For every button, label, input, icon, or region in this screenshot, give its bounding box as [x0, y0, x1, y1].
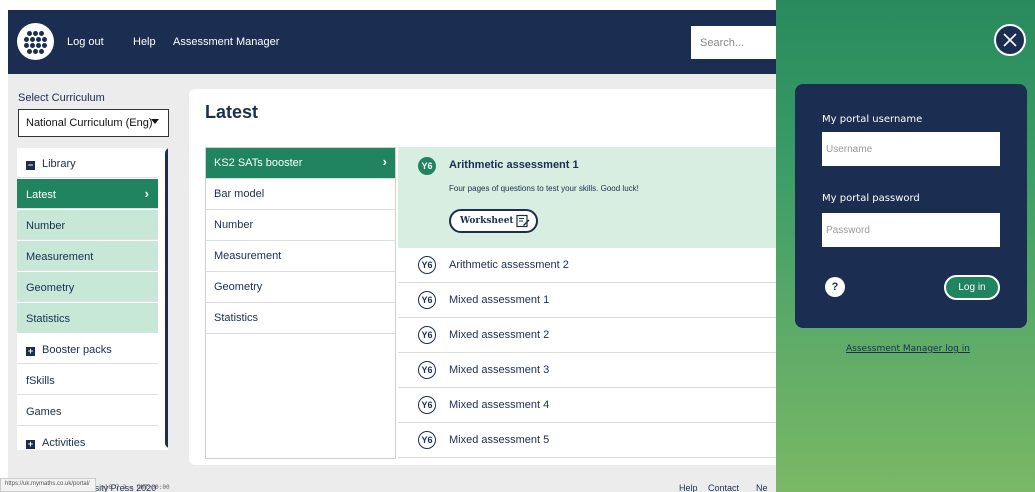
subnav-item-label: Measurement — [214, 250, 282, 262]
sidebar-item-label: Statistics — [26, 313, 71, 325]
assessment-title: Mixed assessment 1 — [449, 294, 550, 306]
subnav-item-label: Statistics — [214, 312, 259, 324]
screen: Log out Help Assessment Manager Select C… — [0, 0, 1035, 492]
password-field[interactable] — [822, 213, 1000, 247]
version-text: v16.7.2 - GMT+00:00 — [101, 484, 170, 491]
password-label: My portal password — [822, 193, 920, 204]
plus-square-icon: + — [26, 439, 35, 449]
assessment-manager-link[interactable]: Assessment Manager — [173, 36, 279, 48]
sidebar-item-label: Library — [42, 158, 76, 170]
featured-description: Four pages of questions to test your ski… — [449, 184, 639, 193]
assessment-row[interactable]: Y6 Mixed assessment 3 — [398, 353, 789, 388]
close-button[interactable] — [994, 24, 1026, 56]
assessment-row[interactable]: Y6 Mixed assessment 2 — [398, 318, 789, 353]
footer-help-link[interactable]: Help — [679, 483, 698, 492]
worksheet-button-label: Worksheet — [460, 216, 514, 226]
sidebar-item-label: Games — [26, 406, 62, 418]
logout-link[interactable]: Log out — [67, 36, 104, 48]
subnav-item-label: Bar model — [214, 188, 265, 200]
subnav-item-ks2-sats-booster[interactable]: KS2 SATs booster › — [206, 148, 395, 179]
sidebar-item-measurement[interactable]: Measurement — [17, 241, 158, 271]
sidebar-item-library[interactable]: − Library — [17, 148, 158, 178]
footer-contact-link[interactable]: Contact — [708, 483, 739, 492]
subnav-item-measurement[interactable]: Measurement — [206, 241, 395, 272]
year-badge: Y6 — [418, 326, 436, 344]
page-title: Latest — [205, 102, 259, 122]
sidebar-item-number[interactable]: Number — [17, 210, 158, 240]
main-panel: Latest KS2 SATs booster › Bar model Numb… — [189, 89, 789, 465]
sidebar-item-label: Geometry — [26, 282, 75, 294]
status-url-bar: https://uk.mymaths.co.uk/portal/ — [0, 478, 96, 492]
assessment-title: Mixed assessment 2 — [449, 329, 550, 341]
subnav-item-label: Number — [214, 219, 254, 231]
sidebar-item-games[interactable]: Games — [17, 396, 158, 426]
year-badge: Y6 — [418, 256, 436, 274]
help-link[interactable]: Help — [133, 36, 156, 48]
worksheet-button[interactable]: Worksheet — [449, 209, 538, 233]
featured-title: Arithmetic assessment 1 — [449, 159, 579, 171]
minus-square-icon: − — [26, 160, 35, 170]
subnav-item-label: KS2 SATs booster — [214, 157, 303, 169]
subnav-item-number[interactable]: Number — [206, 210, 395, 241]
sidebar-item-label: Booster packs — [42, 344, 112, 356]
worksheet-edit-icon — [516, 214, 530, 228]
plus-square-icon: + — [26, 346, 35, 356]
year-badge: Y6 — [418, 396, 436, 414]
assessment-row[interactable]: Y6 Mixed assessment 1 — [398, 283, 789, 318]
sidebar-menu: − Library Latest › Number Measurement Geo… — [17, 148, 168, 450]
sidebar-item-statistics[interactable]: Statistics — [17, 303, 158, 333]
year-badge: Y6 — [418, 361, 436, 379]
subnav-item-statistics[interactable]: Statistics — [206, 303, 395, 334]
curriculum-value: National Curriculum (Eng) — [26, 117, 153, 129]
year-badge: Y6 — [418, 291, 436, 309]
sidebar-item-activities[interactable]: + Activities — [17, 427, 158, 450]
close-icon — [1003, 33, 1017, 47]
assessment-title: Mixed assessment 3 — [449, 364, 550, 376]
sidebar-item-label: Latest — [26, 189, 56, 201]
username-field[interactable] — [822, 132, 1000, 166]
assessment-row[interactable]: Y6 Mixed assessment 5 — [398, 423, 789, 458]
login-button[interactable]: Log in — [944, 275, 1000, 300]
sidebar-item-latest[interactable]: Latest › — [17, 179, 158, 209]
sidebar-item-label: Number — [26, 220, 66, 232]
assessment-row[interactable]: Y6 Arithmetic assessment 2 — [398, 248, 789, 283]
year-badge: Y6 — [418, 431, 436, 449]
sidebar-item-label: Activities — [42, 437, 86, 449]
assessment-title: Mixed assessment 5 — [449, 434, 550, 446]
year-badge: Y6 — [418, 157, 436, 175]
app-logo-icon[interactable] — [17, 23, 54, 60]
chevron-right-icon: › — [144, 186, 149, 201]
curriculum-select[interactable]: National Curriculum (Eng) — [18, 109, 169, 137]
assessment-title: Mixed assessment 4 — [449, 399, 550, 411]
sidebar-item-label: fSkills — [26, 375, 55, 387]
sidebar-item-label: Measurement — [26, 251, 94, 263]
footer-news-link[interactable]: Ne — [756, 483, 768, 492]
login-overlay: My portal username My portal password ? … — [776, 0, 1035, 492]
subnav-item-bar-model[interactable]: Bar model — [206, 179, 395, 210]
assessment-title: Arithmetic assessment 2 — [449, 259, 569, 271]
search-input[interactable] — [691, 26, 781, 59]
username-label: My portal username — [822, 114, 923, 125]
sidebar-scrollbar[interactable] — [165, 148, 168, 448]
subnav-item-geometry[interactable]: Geometry — [206, 272, 395, 303]
category-subnav: KS2 SATs booster › Bar model Number Meas… — [205, 147, 396, 459]
featured-assessment[interactable]: Y6 Arithmetic assessment 1 Four pages of… — [398, 147, 789, 248]
chevron-right-icon: › — [382, 154, 387, 169]
curriculum-label: Select Curriculum — [18, 92, 105, 104]
help-button[interactable]: ? — [825, 277, 845, 297]
sidebar-item-geometry[interactable]: Geometry — [17, 272, 158, 302]
sidebar-item-booster-packs[interactable]: + Booster packs — [17, 334, 158, 364]
sidebar-item-fskills[interactable]: fSkills — [17, 365, 158, 395]
assessment-manager-login-link[interactable]: Assessment Manager log in — [846, 344, 970, 354]
assessment-row[interactable]: Y6 Mixed assessment 4 — [398, 388, 789, 423]
login-card: My portal username My portal password ? … — [795, 84, 1027, 328]
subnav-item-label: Geometry — [214, 281, 263, 293]
caret-down-icon — [151, 119, 159, 124]
